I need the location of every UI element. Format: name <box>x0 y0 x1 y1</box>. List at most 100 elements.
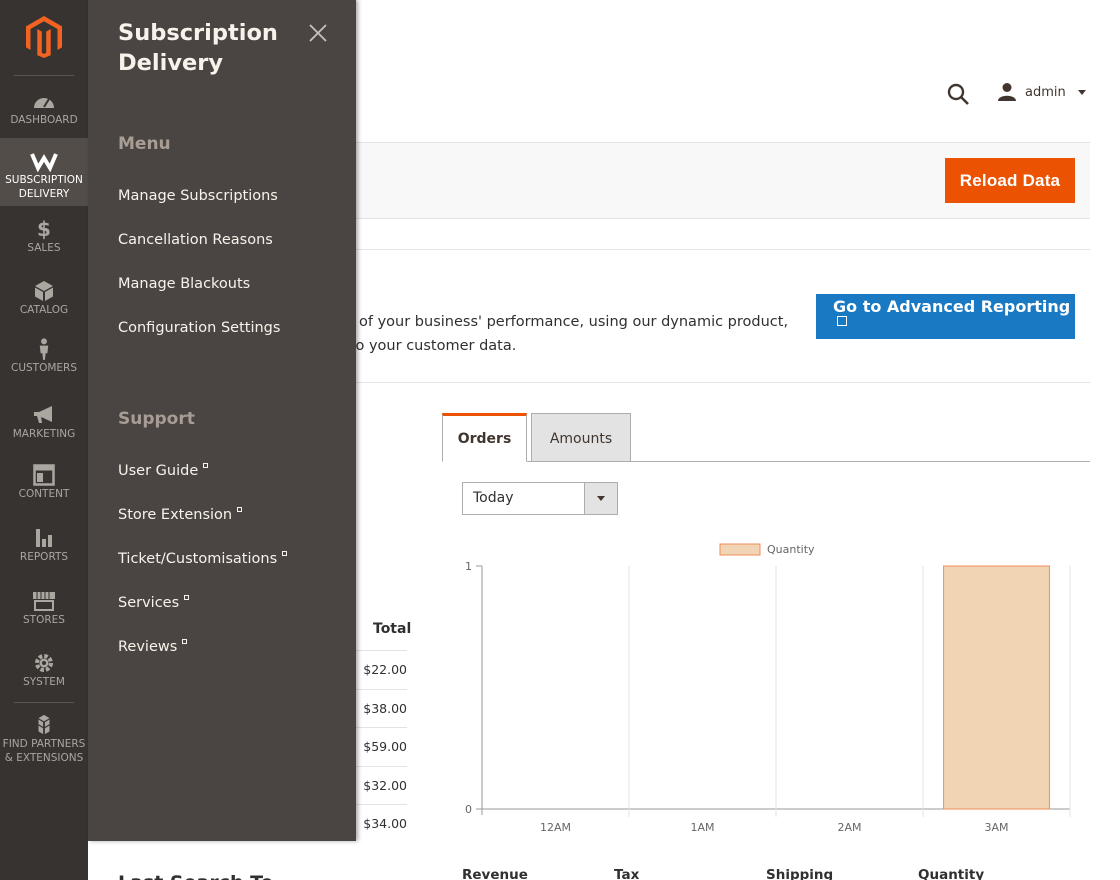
magento-logo[interactable] <box>0 0 88 76</box>
nav-label: System <box>23 676 65 688</box>
flyout-link-manage-blackouts[interactable]: Manage Blackouts <box>118 276 250 292</box>
flyout-link-manage-subscriptions[interactable]: Manage Subscriptions <box>118 188 278 204</box>
flyout-link-user-guide[interactable]: User Guide <box>118 463 209 479</box>
nav-label: Dashboard <box>10 114 78 126</box>
y-tick-label: 0 <box>465 803 472 816</box>
user-name: admin <box>1025 84 1066 100</box>
external-link-icon <box>837 316 847 326</box>
layout-icon <box>33 464 55 486</box>
legend-label: Quantity <box>767 543 815 556</box>
x-tick-label: 12AM <box>540 821 571 834</box>
advanced-reporting-button[interactable]: Go to Advanced Reporting <box>816 294 1075 339</box>
stat-tax-label: Tax <box>614 867 640 880</box>
tab-amounts[interactable]: Amounts <box>531 413 631 462</box>
flyout-link-ticket-customisations[interactable]: Ticket/Customisations <box>118 551 288 567</box>
y-tick-label: 1 <box>465 560 472 573</box>
description-line: d to your customer data. <box>336 338 517 354</box>
nav-item-catalog[interactable]: Catalog <box>0 280 88 318</box>
nav-item-stores[interactable]: Stores <box>0 590 88 628</box>
stat-quantity-label: Quantity <box>918 867 985 880</box>
nav-item-customers[interactable]: Customers <box>0 338 88 376</box>
chevron-down-icon <box>1077 89 1086 95</box>
legend-swatch <box>719 543 761 556</box>
stat-revenue-label: Revenue <box>462 867 528 880</box>
nav-item-marketing[interactable]: Marketing <box>0 404 88 442</box>
person-icon <box>39 338 49 360</box>
stat-shipping-label: Shipping <box>766 867 834 880</box>
gear-icon <box>35 654 53 672</box>
nav-item-content[interactable]: Content <box>0 464 88 502</box>
megaphone-icon <box>34 406 52 423</box>
nav-label: Content <box>18 488 70 500</box>
orders-chart: 0 1 12AM 1AM 2AM 3AM Quantity <box>465 543 1071 834</box>
flyout-title: Subscription Delivery <box>118 20 278 76</box>
bar <box>943 565 1050 810</box>
flyout-link-store-extension[interactable]: Store Extension <box>118 507 243 523</box>
table-cell-total: $22.00 <box>356 650 407 689</box>
nav-item-dashboard[interactable]: Dashboard <box>0 90 88 128</box>
link-label: User Guide <box>118 463 199 479</box>
nav-label: Customers <box>10 362 77 374</box>
advanced-reporting-label: Go to Advanced Reporting <box>833 297 1071 316</box>
dashboard-icon <box>34 98 54 108</box>
nav-label: Marketing <box>12 428 76 440</box>
flyout-menu-heading: Menu <box>118 134 171 154</box>
subscription-delivery-flyout: Subscription Delivery Menu Manage Subscr… <box>88 0 356 841</box>
reload-data-button[interactable]: Reload Data <box>945 158 1075 203</box>
link-label: Services <box>118 595 180 611</box>
user-icon <box>998 83 1016 101</box>
nav-item-sales[interactable]: $ Sales <box>0 218 88 256</box>
nav-label: Catalog <box>19 304 69 316</box>
nav-label: Subscription Delivery <box>5 174 83 200</box>
external-link-icon <box>184 595 190 600</box>
period-selected-value: Today <box>473 490 514 506</box>
table-cell-total: $38.00 <box>356 688 407 728</box>
description-line: nd of your business' performance, using … <box>336 314 789 330</box>
store-icon <box>33 592 55 611</box>
close-icon[interactable] <box>308 23 328 43</box>
nav-item-subscription-delivery[interactable]: Subscription Delivery <box>0 138 88 206</box>
flyout-link-configuration-settings[interactable]: Configuration Settings <box>118 320 280 336</box>
flyout-link-services[interactable]: Services <box>118 595 190 611</box>
table-cell-total: $32.00 <box>356 765 407 805</box>
flyout-support-heading: Support <box>118 409 195 429</box>
period-select[interactable]: Today <box>462 482 618 515</box>
nav-label: Stores <box>23 614 65 626</box>
tab-orders[interactable]: Orders <box>442 413 527 462</box>
external-link-icon <box>237 507 243 512</box>
table-cell-total: $59.00 <box>356 727 407 766</box>
x-tick-label: 1AM <box>690 821 714 834</box>
link-label: Ticket/Customisations <box>118 551 278 567</box>
user-menu[interactable]: admin <box>997 82 1086 102</box>
nav-label: Sales <box>27 242 61 254</box>
boxes-icon <box>38 714 50 735</box>
chevron-down-icon <box>584 483 617 514</box>
flyout-link-cancellation-reasons[interactable]: Cancellation Reasons <box>118 232 273 248</box>
x-tick-label: 3AM <box>984 821 1008 834</box>
search-icon[interactable] <box>946 82 970 106</box>
link-label: Reviews <box>118 639 178 655</box>
main-nav: Dashboard Subscription Delivery $ Sales … <box>0 0 88 880</box>
cube-icon <box>35 281 53 301</box>
nav-label: Find Partners & Extensions <box>2 738 86 764</box>
subscription-icon <box>30 153 58 172</box>
nav-label: Reports <box>19 551 69 563</box>
nav-divider <box>14 75 74 76</box>
nav-item-reports[interactable]: Reports <box>0 527 88 565</box>
nav-item-system[interactable]: System <box>0 652 88 690</box>
flyout-link-reviews[interactable]: Reviews <box>118 639 188 655</box>
link-label: Store Extension <box>118 507 233 523</box>
dollar-icon: $ <box>37 217 51 241</box>
bar-chart-icon <box>36 529 52 547</box>
nav-divider <box>14 702 74 703</box>
external-link-icon <box>182 639 188 644</box>
external-link-icon <box>282 551 288 556</box>
last-search-terms-heading: Last Search Te <box>118 872 273 880</box>
table-cell-total: $34.00 <box>356 804 407 843</box>
advanced-reporting-description: nd of your business' performance, using … <box>336 310 796 358</box>
x-tick-label: 2AM <box>837 821 861 834</box>
nav-item-find-partners[interactable]: Find Partners & Extensions <box>0 714 88 765</box>
external-link-icon <box>203 463 209 468</box>
table-header-total: Total <box>373 621 412 637</box>
magento-logo-icon <box>26 16 62 58</box>
